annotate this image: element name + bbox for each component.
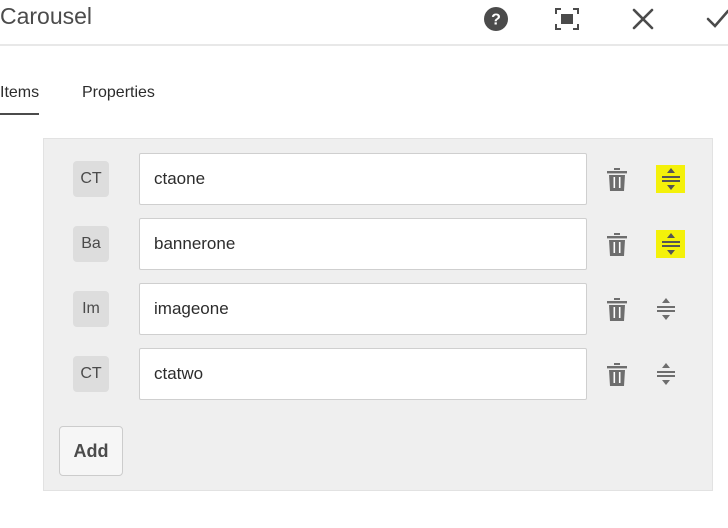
reorder-handle-icon[interactable] [656,165,685,193]
item-type-badge: Ba [73,226,109,262]
delete-icon[interactable] [603,361,631,389]
reorder-handle-icon[interactable] [656,230,685,258]
tab-properties[interactable]: Properties [82,84,155,102]
delete-icon[interactable] [603,231,631,259]
items-panel: CT Ba [43,138,713,491]
delete-icon[interactable] [603,296,631,324]
add-item-button[interactable]: Add [59,426,123,476]
reorder-handle-icon[interactable] [651,294,681,324]
dialog-title: Carousel [0,3,93,29]
delete-icon[interactable] [603,166,631,194]
item-type-badge: CT [73,356,109,392]
tab-items[interactable]: Items [0,84,39,102]
item-type-badge: Im [73,291,109,327]
svg-text:?: ? [491,12,501,29]
item-name-field[interactable] [139,283,587,335]
item-name-field[interactable] [139,218,587,270]
list-item: CT [44,153,714,205]
list-item: Ba [44,218,714,270]
item-type-badge: CT [73,161,109,197]
list-item: CT [44,348,714,400]
close-icon[interactable] [628,4,658,34]
dialog-header: Carousel ? [0,0,728,46]
list-item: Im [44,283,714,335]
item-name-field[interactable] [139,348,587,400]
done-icon[interactable] [703,4,728,34]
help-icon[interactable]: ? [481,4,511,34]
fullscreen-icon[interactable] [552,4,582,34]
reorder-handle-icon[interactable] [651,359,681,389]
active-tab-indicator [0,113,39,115]
item-name-field[interactable] [139,153,587,205]
